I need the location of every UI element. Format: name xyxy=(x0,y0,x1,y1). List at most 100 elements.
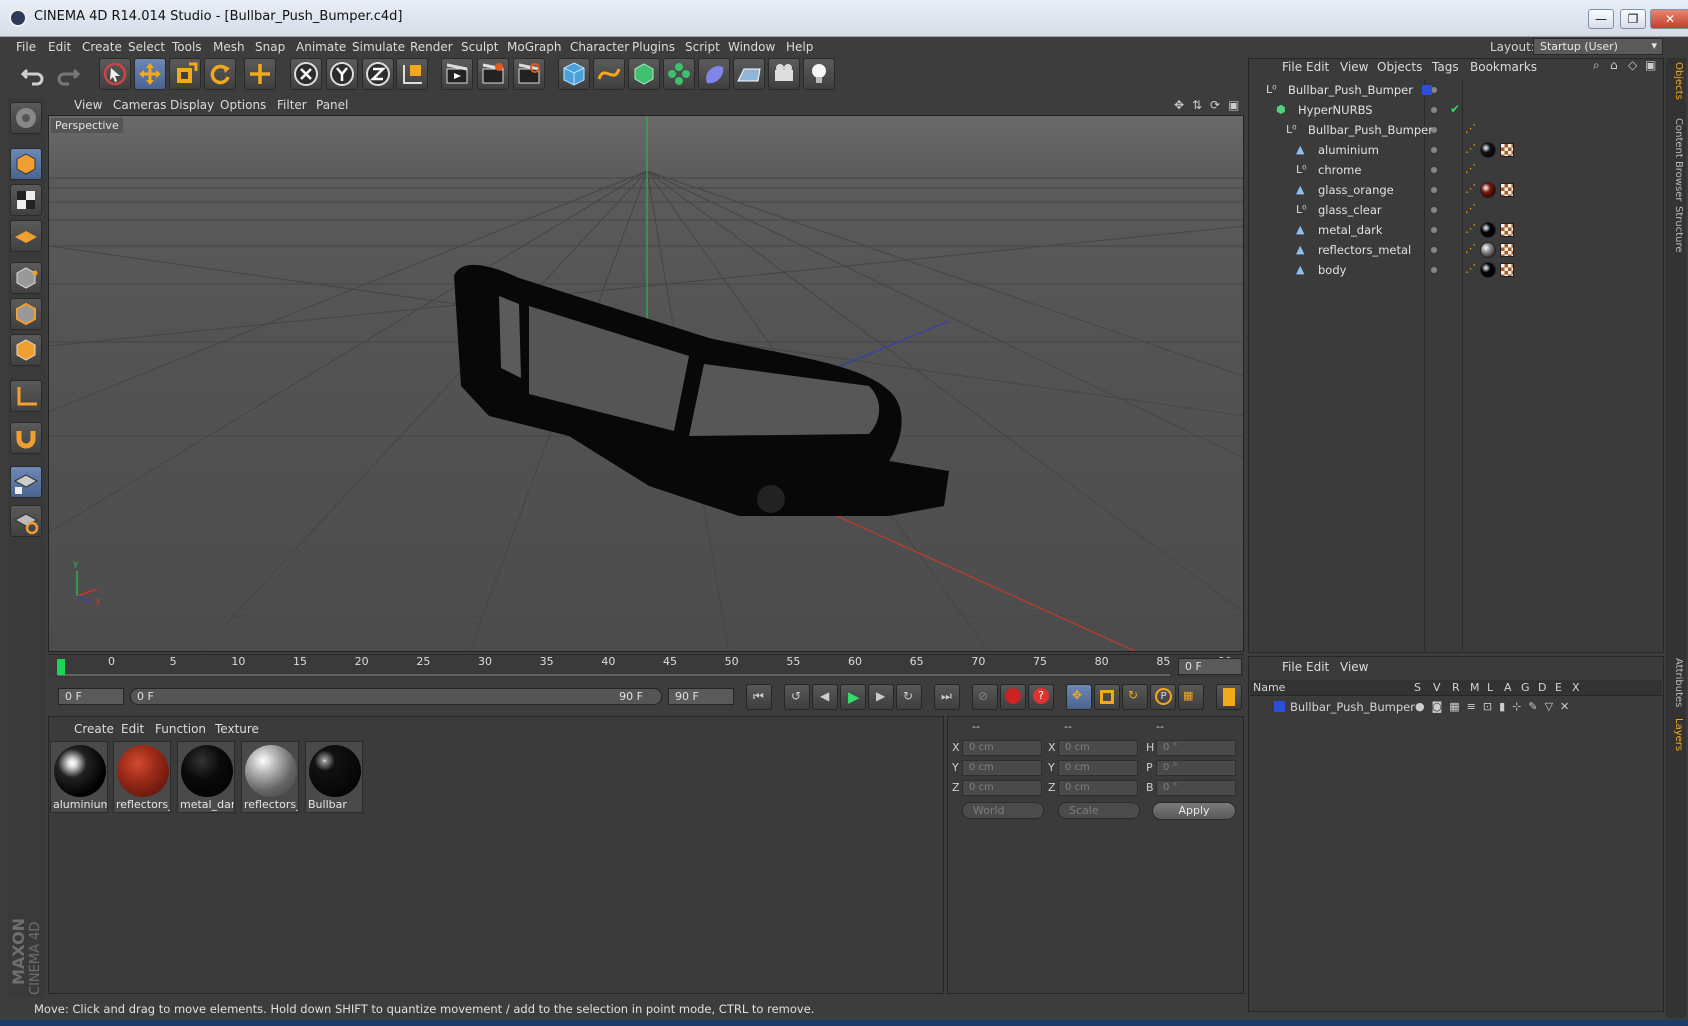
rotation-p-field[interactable]: 0 ° xyxy=(1156,760,1236,776)
key-position-button[interactable]: ✥ xyxy=(1066,684,1092,710)
close-button[interactable]: ✕ xyxy=(1650,9,1688,29)
play-button[interactable]: ▶ xyxy=(840,684,866,710)
uvw-tag-icon[interactable] xyxy=(1500,183,1514,197)
enabled-check-icon[interactable]: ✔ xyxy=(1450,102,1460,116)
tab-content-browser[interactable]: Content Browser xyxy=(1668,118,1684,201)
position-x-field[interactable]: 0 cm xyxy=(962,740,1042,756)
current-frame-field[interactable]: 0 F xyxy=(1178,658,1242,675)
z-axis-lock-button[interactable] xyxy=(362,58,394,90)
menu-character[interactable]: Character xyxy=(570,40,629,54)
menu-tools[interactable]: Tools xyxy=(172,40,202,54)
search-icon[interactable]: ⌕ xyxy=(1593,58,1600,73)
render-settings-button[interactable] xyxy=(513,58,545,90)
layer-color-swatch[interactable] xyxy=(1422,85,1432,95)
object-name[interactable]: glass_orange xyxy=(1318,183,1394,197)
record-active-objects-button[interactable]: ⊘ xyxy=(972,684,998,710)
layer-col-generators[interactable]: G xyxy=(1521,681,1530,694)
layer-col-deformers[interactable]: D xyxy=(1538,681,1546,694)
object-row[interactable]: ▲ metal_dark ⋰ xyxy=(1248,220,1663,240)
objects-menu-file[interactable]: File xyxy=(1282,60,1302,74)
recent-tools-button[interactable] xyxy=(244,58,276,90)
render-picture-viewer-button[interactable] xyxy=(477,58,509,90)
menu-script[interactable]: Script xyxy=(685,40,720,54)
workplane-snap-button[interactable] xyxy=(10,505,42,537)
layer-col-render[interactable]: R xyxy=(1452,681,1460,694)
timeline-window-button[interactable] xyxy=(1216,684,1242,710)
go-to-start-button[interactable]: ⏮ xyxy=(746,684,772,710)
viewport-menu-cameras[interactable]: Cameras xyxy=(113,98,166,112)
layer-col-name[interactable]: Name xyxy=(1253,681,1285,694)
tab-attributes[interactable]: Attributes xyxy=(1668,658,1684,707)
move-tool-button[interactable] xyxy=(134,58,166,90)
size-y-field[interactable]: 0 cm xyxy=(1058,760,1138,776)
phong-tag-icon[interactable]: ⋰ xyxy=(1465,242,1476,255)
restore-button[interactable]: ❐ xyxy=(1620,9,1646,29)
object-name[interactable]: HyperNURBS xyxy=(1298,103,1373,117)
object-name[interactable]: body xyxy=(1318,263,1346,277)
axis-mode-button[interactable] xyxy=(10,380,42,412)
timeline-ruler[interactable]: 051015202530354045505560657075808590 0 F xyxy=(48,654,1244,678)
layer-toggle-icons[interactable]: ●◙▦≡⊡▮⊹✎▽✕ xyxy=(1415,700,1576,713)
tab-objects[interactable]: Objects xyxy=(1668,62,1684,100)
layer-col-expressions[interactable]: E xyxy=(1555,681,1562,694)
visibility-dot[interactable] xyxy=(1431,187,1437,193)
material-menu-create[interactable]: Create xyxy=(74,722,114,736)
step-back-button[interactable]: ◀ xyxy=(812,684,838,710)
key-scale-button[interactable] xyxy=(1094,684,1120,710)
deformer-button[interactable] xyxy=(698,58,730,90)
object-name[interactable]: Bullbar_Push_Bumper xyxy=(1308,123,1433,137)
layer-col-solo[interactable]: S xyxy=(1414,681,1421,694)
coordinate-system-button[interactable] xyxy=(396,58,428,90)
workplane-lock-button[interactable] xyxy=(10,466,42,498)
object-row[interactable]: ▲ aluminium ⋰ xyxy=(1248,140,1663,160)
material-menu-texture[interactable]: Texture xyxy=(215,722,259,736)
viewport-menu-filter[interactable]: Filter xyxy=(277,98,307,112)
object-row[interactable]: ▲ reflectors_metal ⋰ xyxy=(1248,240,1663,260)
phong-tag-icon[interactable]: ⋰ xyxy=(1465,122,1476,135)
uvw-tag-icon[interactable] xyxy=(1500,223,1514,237)
workplane-mode-button[interactable] xyxy=(10,220,42,252)
scene-floor-button[interactable] xyxy=(733,58,765,90)
polygons-mode-button[interactable] xyxy=(10,334,42,366)
object-name[interactable]: reflectors_metal xyxy=(1318,243,1411,257)
step-forward-button[interactable]: ▶ xyxy=(868,684,894,710)
coordinate-mode-select[interactable]: Scale xyxy=(1058,802,1140,819)
viewport-perspective[interactable]: Y X Perspective xyxy=(48,115,1244,652)
key-rotation-button[interactable]: ↻ xyxy=(1122,684,1148,710)
phong-tag-icon[interactable]: ⋰ xyxy=(1465,182,1476,195)
viewport-menu-view[interactable]: View xyxy=(74,98,102,112)
x-axis-lock-button[interactable] xyxy=(290,58,322,90)
coordinate-space-select[interactable]: World xyxy=(962,802,1044,819)
go-to-previous-key-button[interactable]: ↺ xyxy=(784,684,810,710)
keyframe-selection-button[interactable]: ? xyxy=(1028,684,1054,710)
home-icon[interactable]: ⌂ xyxy=(1610,58,1618,72)
position-z-field[interactable]: 0 cm xyxy=(962,780,1042,796)
points-mode-button[interactable] xyxy=(10,262,42,294)
visibility-dot[interactable] xyxy=(1431,207,1437,213)
phong-tag-icon[interactable]: ⋰ xyxy=(1465,262,1476,275)
edges-mode-button[interactable] xyxy=(10,298,42,330)
layer-col-animation[interactable]: A xyxy=(1504,681,1512,694)
key-parameter-button[interactable]: P xyxy=(1150,684,1176,710)
object-row[interactable]: ⬢ HyperNURBS ✔ xyxy=(1248,100,1663,120)
objects-menu-objects[interactable]: Objects xyxy=(1377,60,1422,74)
objects-menu-tags[interactable]: Tags xyxy=(1432,60,1459,74)
size-x-field[interactable]: 0 cm xyxy=(1058,740,1138,756)
material-tag-icon[interactable] xyxy=(1480,242,1496,258)
render-view-button[interactable] xyxy=(441,58,473,90)
visibility-dot[interactable] xyxy=(1431,247,1437,253)
redo-button[interactable] xyxy=(52,58,84,90)
material-menu-function[interactable]: Function xyxy=(155,722,206,736)
rotate-tool-button[interactable] xyxy=(204,58,236,90)
spline-button[interactable] xyxy=(593,58,625,90)
layer-color-swatch[interactable] xyxy=(1274,701,1285,712)
position-y-field[interactable]: 0 cm xyxy=(962,760,1042,776)
material-thumb-reflectors-metal[interactable]: reflectors_metal xyxy=(241,741,299,813)
menu-edit[interactable]: Edit xyxy=(48,40,71,54)
go-to-end-button[interactable]: ⏭ xyxy=(934,684,960,710)
layout-select[interactable]: Startup (User) ▾ xyxy=(1533,38,1663,55)
object-row[interactable]: ▲ body ⋰ xyxy=(1248,260,1663,280)
scale-tool-button[interactable] xyxy=(169,58,201,90)
snap-button[interactable] xyxy=(10,422,42,454)
object-name[interactable]: metal_dark xyxy=(1318,223,1383,237)
